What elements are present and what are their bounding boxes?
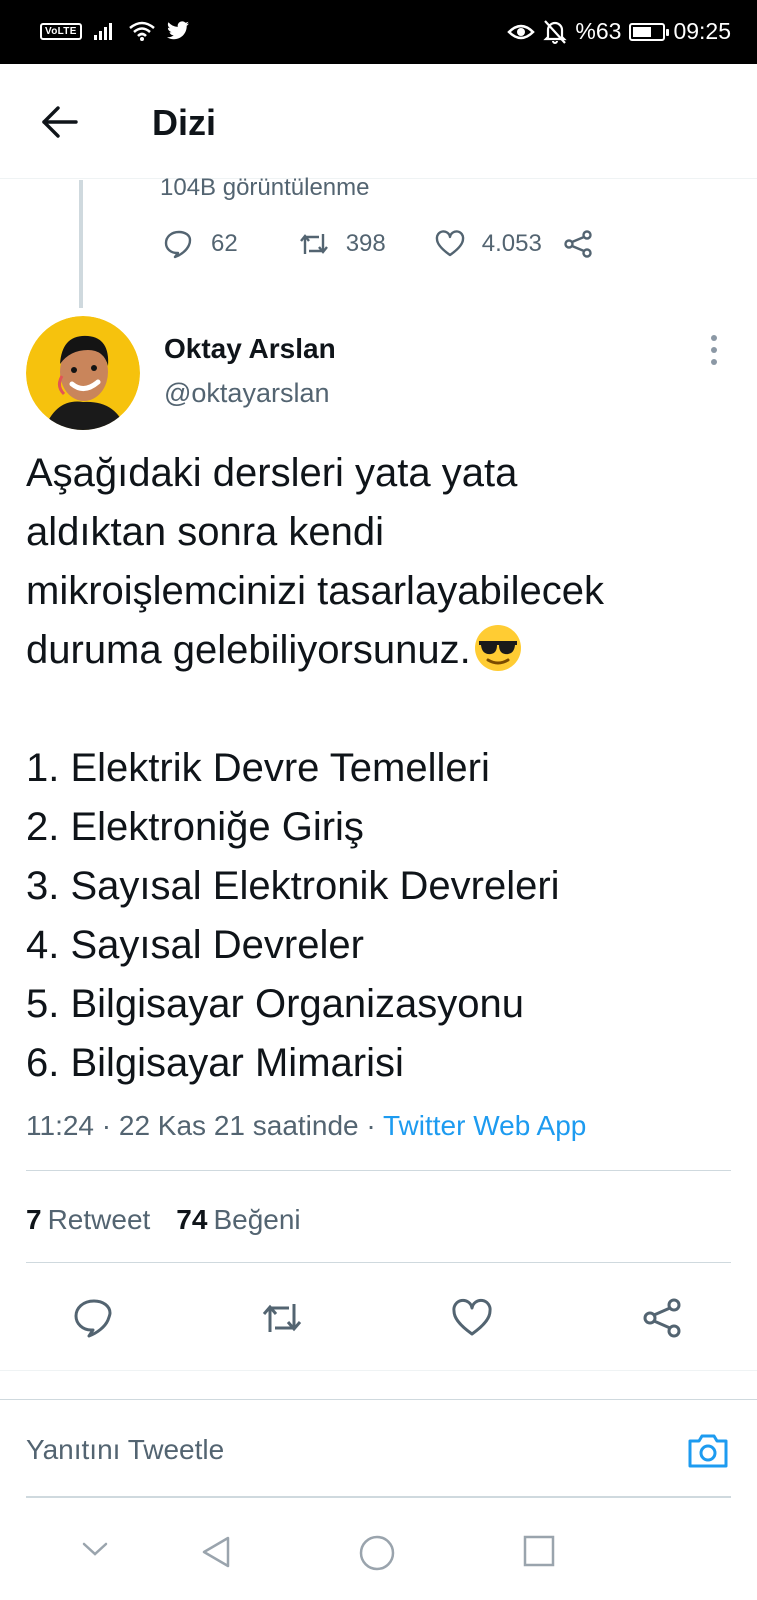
divider [26,1170,731,1171]
like-count: 74 [176,1204,208,1235]
battery-percent: %63 [575,18,622,44]
retweet-label: Retweet [47,1204,151,1235]
retweet-icon[interactable] [260,1296,304,1340]
reply-input[interactable]: Yanıtını Tweetle [26,1434,224,1466]
retweet-count: 7 [26,1204,42,1235]
recents-square-icon[interactable] [522,1534,556,1568]
author-name[interactable]: Oktay Arslan [164,333,336,365]
signal-icon [93,23,112,40]
clock: 09:25 [673,18,731,44]
avatar[interactable] [26,316,140,430]
previous-reply-button[interactable]: 62 [163,228,238,260]
reply-composer: Yanıtını Tweetle [0,1406,757,1498]
status-bar: VoLTE %63 09:25 [0,0,757,64]
source-link[interactable]: Twitter Web App [383,1110,586,1141]
top-app-bar: Dizi [0,64,757,179]
tweet-text-line: aldıktan sonra kendi [26,510,385,554]
avatar-image [26,316,140,430]
notifications-muted-icon [543,19,568,44]
reply-input-underline [26,1496,731,1498]
course-list-item: 5. Bilgisayar Organizasyonu [26,982,525,1026]
hide-keyboard-chevron-icon[interactable] [80,1534,110,1564]
tweet-timestamp: 11:24 · 22 Kas 21 saatinde · Twitter Web… [26,1110,586,1142]
retweet-icon [299,234,328,254]
like-stat[interactable]: 74 Beğeni [176,1204,300,1236]
previous-tweet-actions: 62 398 4.053 [163,228,594,260]
view-count: 104B görüntülenme [160,174,370,201]
previous-like-button[interactable]: 4.053 [434,228,542,260]
thread-connector-line [79,180,83,308]
course-list-item: 2. Elektroniğe Giriş [26,805,364,849]
twitter-bird-icon [166,21,189,40]
previous-reply-count: 62 [211,230,238,257]
previous-retweet-count: 398 [345,230,386,257]
eye-comfort-icon [507,24,536,39]
timestamp-text: 11:24 · 22 Kas 21 saatinde · [26,1110,383,1141]
sunglasses-emoji-icon [474,625,521,671]
tweet-text-line: mikroişlemcinizi tasarlayabilecek [26,569,604,613]
back-arrow-icon[interactable] [38,100,82,144]
volte-indicator: VoLTE [40,22,82,40]
back-triangle-icon[interactable] [198,1534,234,1570]
tweet-text-line-with-emoji: duruma gelebiliyorsunuz. [26,621,741,680]
system-navigation-bar [0,1510,757,1600]
share-icon[interactable] [640,1296,684,1340]
battery-icon [629,22,670,41]
previous-like-count: 4.053 [481,230,542,257]
course-list-item: 6. Bilgisayar Mimarisi [26,1041,404,1085]
previous-retweet-button[interactable]: 398 [298,228,386,260]
course-list-item: 1. Elektrik Devre Temelleri [26,746,490,790]
reply-icon[interactable] [72,1296,116,1340]
engagement-stats: 7 Retweet 74 Beğeni [26,1204,301,1236]
section-separator [0,1370,757,1400]
retweet-stat[interactable]: 7 Retweet [26,1204,150,1236]
camera-icon[interactable] [686,1428,730,1472]
course-list-item: 4. Sayısal Devreler [26,923,364,967]
reply-icon [164,230,192,259]
page-title: Dizi [152,102,217,143]
divider [26,1262,731,1263]
tweet-text-line: duruma gelebiliyorsunuz. [26,628,471,672]
previous-share-button[interactable] [562,228,594,260]
tweet-text-line: Aşağıdaki dersleri yata yata [26,451,518,495]
like-label: Beğeni [213,1204,301,1235]
home-circle-icon[interactable] [358,1534,396,1572]
heart-icon [435,230,464,257]
more-options-icon[interactable] [700,332,728,368]
share-icon [564,230,592,258]
author-handle[interactable]: @oktayarslan [164,378,329,409]
course-list-item: 3. Sayısal Elektronik Devreleri [26,864,560,908]
heart-icon[interactable] [450,1296,494,1340]
battery-level [633,26,652,37]
wifi-icon [128,21,155,41]
tweet-body: Aşağıdaki dersleri yata yata aldıktan so… [26,444,741,1093]
tweet-action-bar [0,1296,757,1344]
